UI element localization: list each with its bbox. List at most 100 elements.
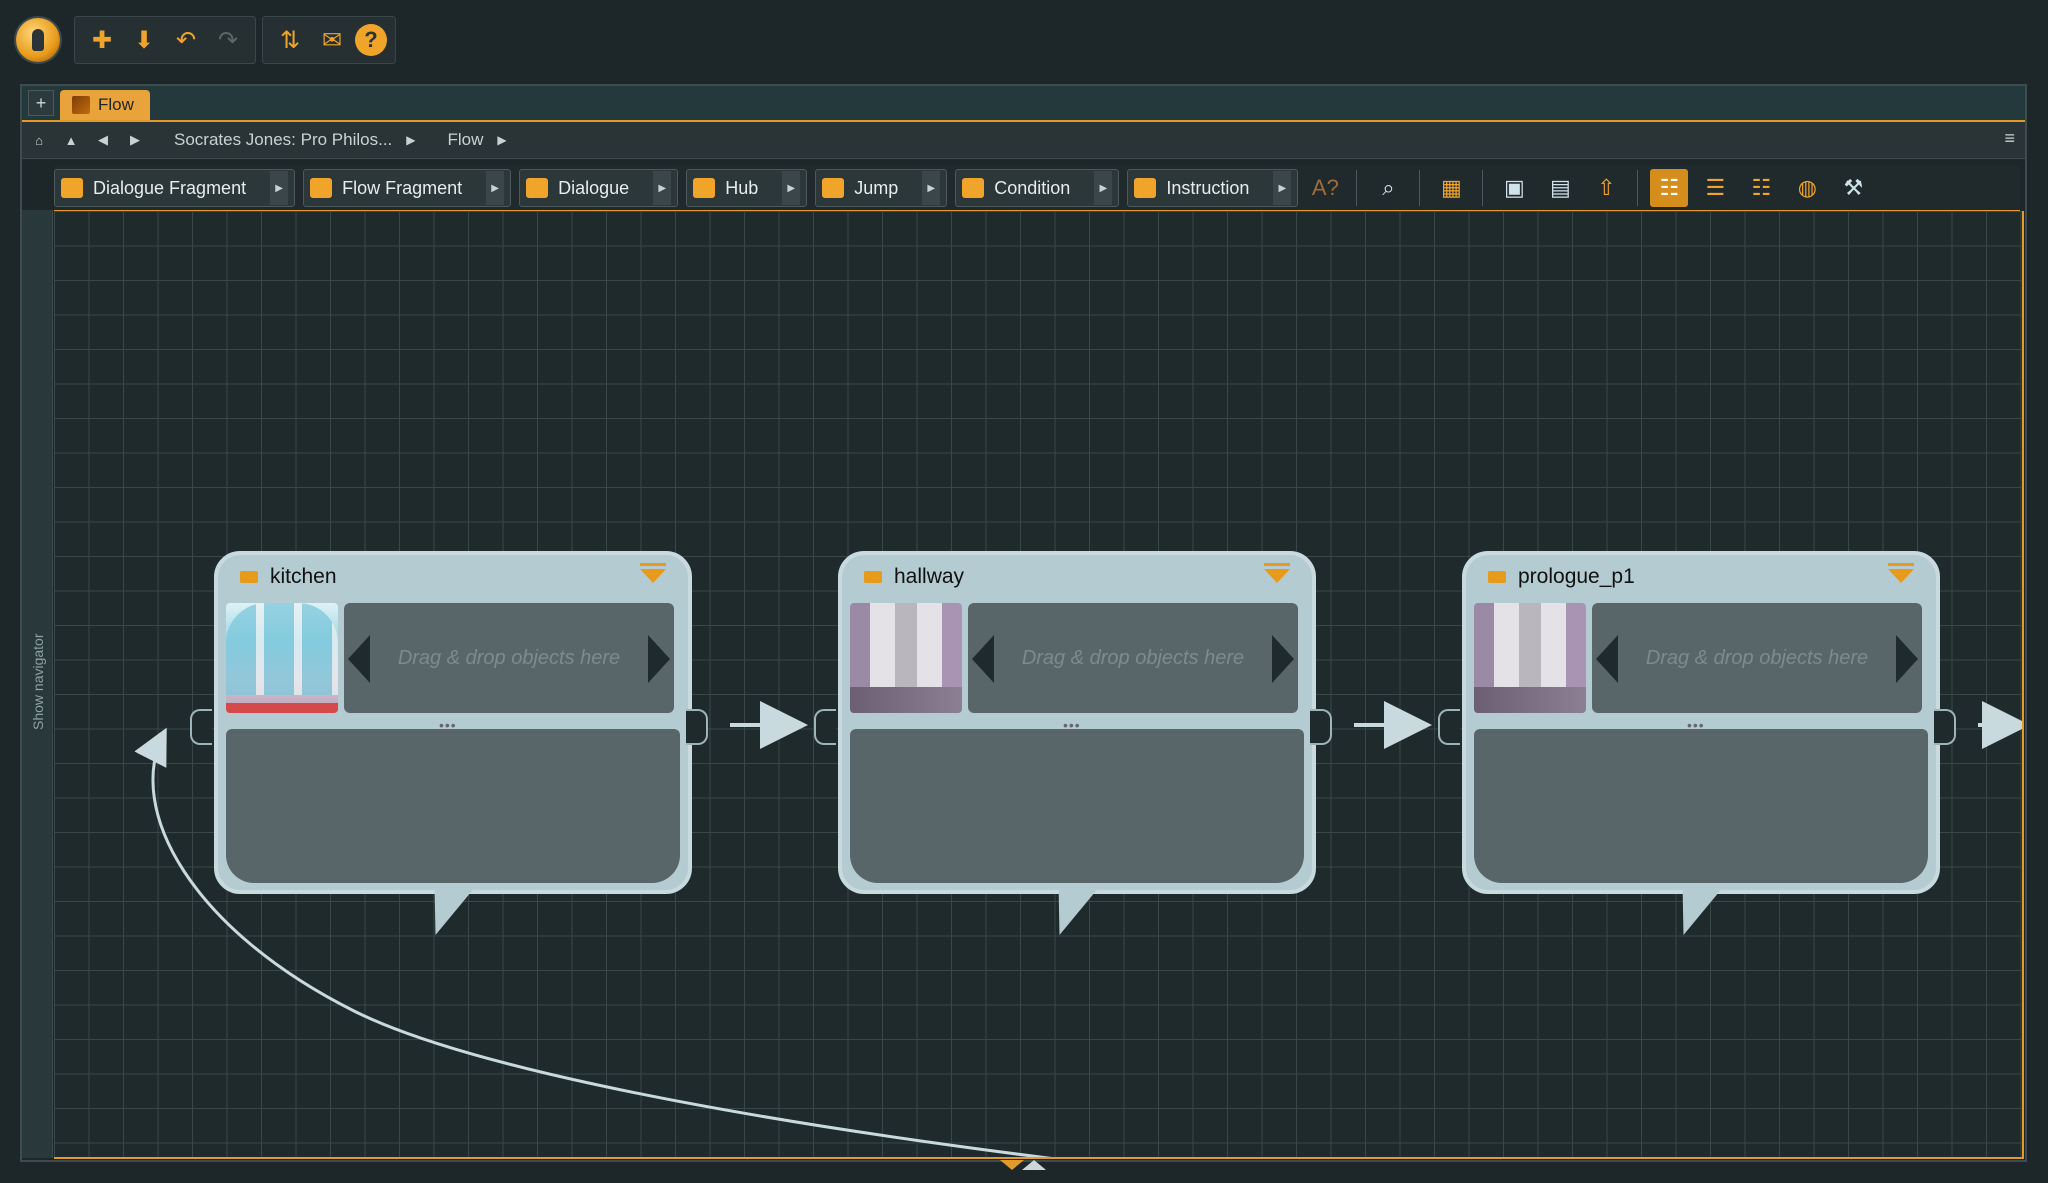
flow-fragment-node[interactable]: hallway Drag & drop objects here ••• [814,551,1332,935]
add-image-icon[interactable]: ▣ [1495,169,1533,207]
toolbar-divider [1356,170,1358,206]
attachment-strip[interactable]: Drag & drop objects here [1592,603,1922,713]
articy-logo-icon[interactable] [16,18,60,62]
node-body: kitchen Drag & drop objects here ••• [214,551,692,894]
create-flow-fragment-button[interactable]: Flow Fragment ▶ [303,169,512,207]
variables-icon[interactable]: ◍ [1788,169,1826,207]
new-icon[interactable]: ✚ [83,21,121,59]
scroll-right-icon[interactable] [1896,635,1918,683]
attachment-strip[interactable]: Drag & drop objects here [968,603,1298,713]
create-button-label: Condition [994,177,1071,198]
add-tab-button[interactable]: + [28,90,54,116]
node-preview-image[interactable] [850,603,962,713]
dropdown-arrow-icon[interactable]: ▶ [653,171,672,205]
app-toolbar: ✚ ⬇ ↶ ↷ ⇅ ✉ ? [16,16,396,64]
scroll-right-icon[interactable] [648,635,670,683]
file-toolbar-group: ✚ ⬇ ↶ ↷ [74,16,256,64]
tile-view-icon[interactable]: ☷ [1742,169,1780,207]
home-icon[interactable]: ⌂ [30,131,48,149]
output-pin[interactable] [1310,709,1332,745]
node-text-area[interactable] [226,729,680,883]
flow-fragment-node[interactable]: kitchen Drag & drop objects here ••• [190,551,708,935]
flow-canvas[interactable]: kitchen Drag & drop objects here ••• hal… [54,211,2024,1159]
create-dialogue-button[interactable]: Dialogue ▶ [519,169,679,207]
breadcrumb-separator-icon[interactable]: ▶ [497,133,506,147]
tools-toolbar-group: ⇅ ✉ ? [262,16,396,64]
flow-fragment-node[interactable]: prologue_p1 Drag & drop objects here ••• [1438,551,1956,935]
create-instruction-button[interactable]: Instruction ▶ [1127,169,1299,207]
list-view-icon[interactable]: ☰ [1696,169,1734,207]
breadcrumb: ⌂ ▲ ◀ ▶ Socrates Jones: Pro Philos... ▶ … [22,122,2025,159]
help-icon[interactable]: ? [355,24,387,56]
create-button-label: Jump [854,177,899,198]
dropdown-arrow-icon[interactable]: ▶ [1094,171,1113,205]
dropdown-arrow-icon[interactable]: ▶ [1273,171,1292,205]
dropdown-arrow-icon[interactable]: ▶ [270,171,289,205]
node-body: prologue_p1 Drag & drop objects here ••• [1462,551,1940,894]
mail-icon[interactable]: ✉ [313,21,351,59]
drop-hint: Drag & drop objects here [1645,647,1869,669]
layout-icon[interactable]: ☷ [1650,169,1689,207]
node-title[interactable]: hallway [894,565,964,589]
toolbar-divider [1482,170,1484,206]
hub-icon [693,178,716,198]
back-icon[interactable]: ◀ [94,131,112,149]
undo-icon[interactable]: ↶ [167,21,205,59]
dropdown-arrow-icon[interactable]: ▶ [782,171,801,205]
toolbar-divider [1637,170,1639,206]
dialogue-fragment-icon [61,178,83,198]
save-icon[interactable]: ⬇ [125,21,163,59]
output-pin[interactable] [686,709,708,745]
node-preview-image[interactable] [1474,603,1586,713]
node-text-area[interactable] [850,729,1304,883]
grid-icon[interactable]: ▦ [1432,169,1470,207]
create-button-label: Flow Fragment [342,177,463,198]
navigator-strip[interactable]: Show navigator [22,210,53,1158]
scroll-left-icon[interactable] [348,635,370,683]
forward-icon[interactable]: ▶ [126,131,144,149]
dropdown-arrow-icon[interactable]: ▶ [486,171,505,205]
attachment-strip[interactable]: Drag & drop objects here [344,603,674,713]
settings-icon[interactable]: ⚒ [1834,169,1872,207]
condition-icon [962,178,985,198]
breadcrumb-current[interactable]: Flow [448,130,484,150]
scroll-right-icon[interactable] [1272,635,1294,683]
dropdown-arrow-icon[interactable]: ▶ [922,171,941,205]
spellcheck-icon[interactable]: A? [1306,169,1344,207]
instruction-icon [1134,178,1157,198]
node-title[interactable]: kitchen [270,565,337,589]
create-dialogue-fragment-button[interactable]: Dialogue Fragment ▶ [54,169,296,207]
node-menu-icon[interactable] [1264,563,1290,583]
breadcrumb-project[interactable]: Socrates Jones: Pro Philos... [174,130,392,150]
flow-fragment-icon [240,571,258,583]
scroll-left-icon[interactable] [972,635,994,683]
scroll-left-icon[interactable] [1596,635,1618,683]
image-icon[interactable]: ▤ [1541,169,1579,207]
redo-icon[interactable]: ↷ [209,21,247,59]
node-preview-image[interactable] [226,603,338,713]
merge-icon[interactable]: ⇅ [271,21,309,59]
output-pin[interactable] [1934,709,1956,745]
tab-flow[interactable]: Flow [60,90,150,120]
drop-hint: Drag & drop objects here [1021,647,1245,669]
input-pin[interactable] [190,709,212,745]
breadcrumb-separator-icon[interactable]: ▶ [406,133,415,147]
create-condition-button[interactable]: Condition ▶ [955,169,1120,207]
node-menu-icon[interactable] [640,563,666,583]
create-button-label: Dialogue Fragment [93,177,247,198]
create-jump-button[interactable]: Jump ▶ [815,169,948,207]
create-hub-button[interactable]: Hub ▶ [686,169,808,207]
up-icon[interactable]: ▲ [62,131,80,149]
create-button-label: Instruction [1166,177,1250,198]
node-title[interactable]: prologue_p1 [1518,565,1635,589]
navigator-label[interactable]: Show navigator [30,633,46,730]
flow-fragment-icon [1488,571,1506,583]
node-menu-icon[interactable] [1888,563,1914,583]
node-text-area[interactable] [1474,729,1928,883]
zoom-icon[interactable]: ⌕ [1369,169,1407,207]
bottom-panel-toggle-icon[interactable] [1000,1160,1048,1174]
input-pin[interactable] [814,709,836,745]
input-pin[interactable] [1438,709,1460,745]
rss-icon[interactable]: ≡ [2004,128,2015,149]
export-icon[interactable]: ⇧ [1587,169,1625,207]
